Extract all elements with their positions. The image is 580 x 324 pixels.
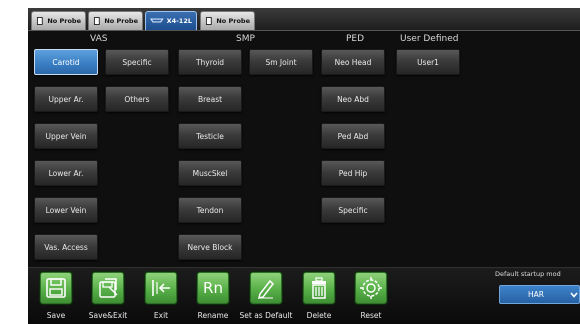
probe-tab-1[interactable]: No Probe (31, 11, 86, 30)
preset-user1[interactable]: User1 (396, 49, 460, 75)
set-as-default-label: Set as Default (239, 311, 293, 320)
preset-ped-specific[interactable]: Specific (321, 197, 385, 223)
rename-label: Rename (197, 311, 229, 320)
preset-neo-head[interactable]: Neo Head (321, 49, 385, 75)
exit-label: Exit (153, 311, 169, 320)
save-exit-button[interactable]: Save&Exit (84, 272, 132, 324)
category-user-defined: User Defined (400, 34, 459, 44)
preset-upper-vein[interactable]: Upper Vein (34, 123, 98, 149)
delete-button[interactable]: Delete (295, 272, 343, 324)
category-ped: PED (346, 34, 365, 44)
probe-tab-2[interactable]: No Probe (88, 11, 143, 30)
preset-thyroid[interactable]: Thyroid (178, 49, 242, 75)
probe-tab-bar: No Probe No Probe X4-12L No Probe (28, 8, 580, 31)
preset-vas-specific[interactable]: Specific (105, 49, 169, 75)
probe-tab-4[interactable]: No Probe (200, 11, 255, 30)
trash-icon (312, 277, 326, 299)
category-vas: VAS (90, 34, 108, 44)
delete-label: Delete (306, 311, 332, 320)
preset-others[interactable]: Others (105, 86, 169, 112)
save-button[interactable]: Save (32, 272, 80, 324)
save-exit-icon (99, 278, 118, 298)
default-startup-value: HAR (528, 290, 544, 299)
preset-sm-joint[interactable]: Sm Joint (249, 49, 313, 75)
preset-testicle[interactable]: Testicle (178, 123, 242, 149)
preset-nerve-block[interactable]: Nerve Block (178, 234, 242, 260)
ultrasound-preset-screen: No Probe No Probe X4-12L No Probe VAS SM… (28, 8, 580, 324)
rename-icon: Rn (203, 279, 223, 297)
exit-arrow-icon (152, 280, 170, 296)
chevron-down-icon (570, 292, 578, 298)
preset-muscskel[interactable]: MuscSkel (178, 160, 242, 186)
preset-lower-vein[interactable]: Lower Vein (34, 197, 98, 223)
preset-tendon[interactable]: Tendon (178, 197, 242, 223)
reset-button[interactable]: Reset (347, 272, 395, 324)
preset-ped-abd[interactable]: Ped Abd (321, 123, 385, 149)
preset-upper-ar[interactable]: Upper Ar. (34, 86, 98, 112)
reset-label: Reset (360, 311, 382, 320)
preset-ped-hip[interactable]: Ped Hip (321, 160, 385, 186)
preset-lower-ar[interactable]: Lower Ar. (34, 160, 98, 186)
probe-tab-label: No Probe (47, 17, 81, 25)
floppy-disk-icon (46, 278, 66, 298)
default-startup-label: Default startup mod (495, 270, 561, 278)
probe-tab-3-active[interactable]: X4-12L (145, 11, 197, 30)
empty-probe-icon (93, 17, 100, 25)
preset-neo-abd[interactable]: Neo Abd (321, 86, 385, 112)
empty-probe-icon (205, 17, 212, 25)
save-exit-label: Save&Exit (88, 311, 128, 320)
exit-button[interactable]: Exit (137, 272, 185, 324)
pencil-icon (257, 279, 274, 300)
linear-probe-icon (150, 18, 164, 23)
empty-probe-icon (36, 17, 43, 25)
set-as-default-button[interactable]: Set as Default (240, 272, 293, 324)
preset-vas-access[interactable]: Vas. Access (34, 234, 98, 260)
probe-tab-label: X4-12L (166, 17, 192, 25)
default-startup-select[interactable]: HAR (499, 285, 580, 304)
category-smp: SMP (236, 34, 255, 44)
preset-carotid[interactable]: Carotid (34, 49, 98, 75)
probe-tab-label: No Probe (104, 17, 138, 25)
rename-button[interactable]: Rn Rename (189, 272, 237, 324)
reset-gear-icon (360, 277, 382, 299)
probe-tab-label: No Probe (216, 17, 250, 25)
preset-breast[interactable]: Breast (178, 86, 242, 112)
